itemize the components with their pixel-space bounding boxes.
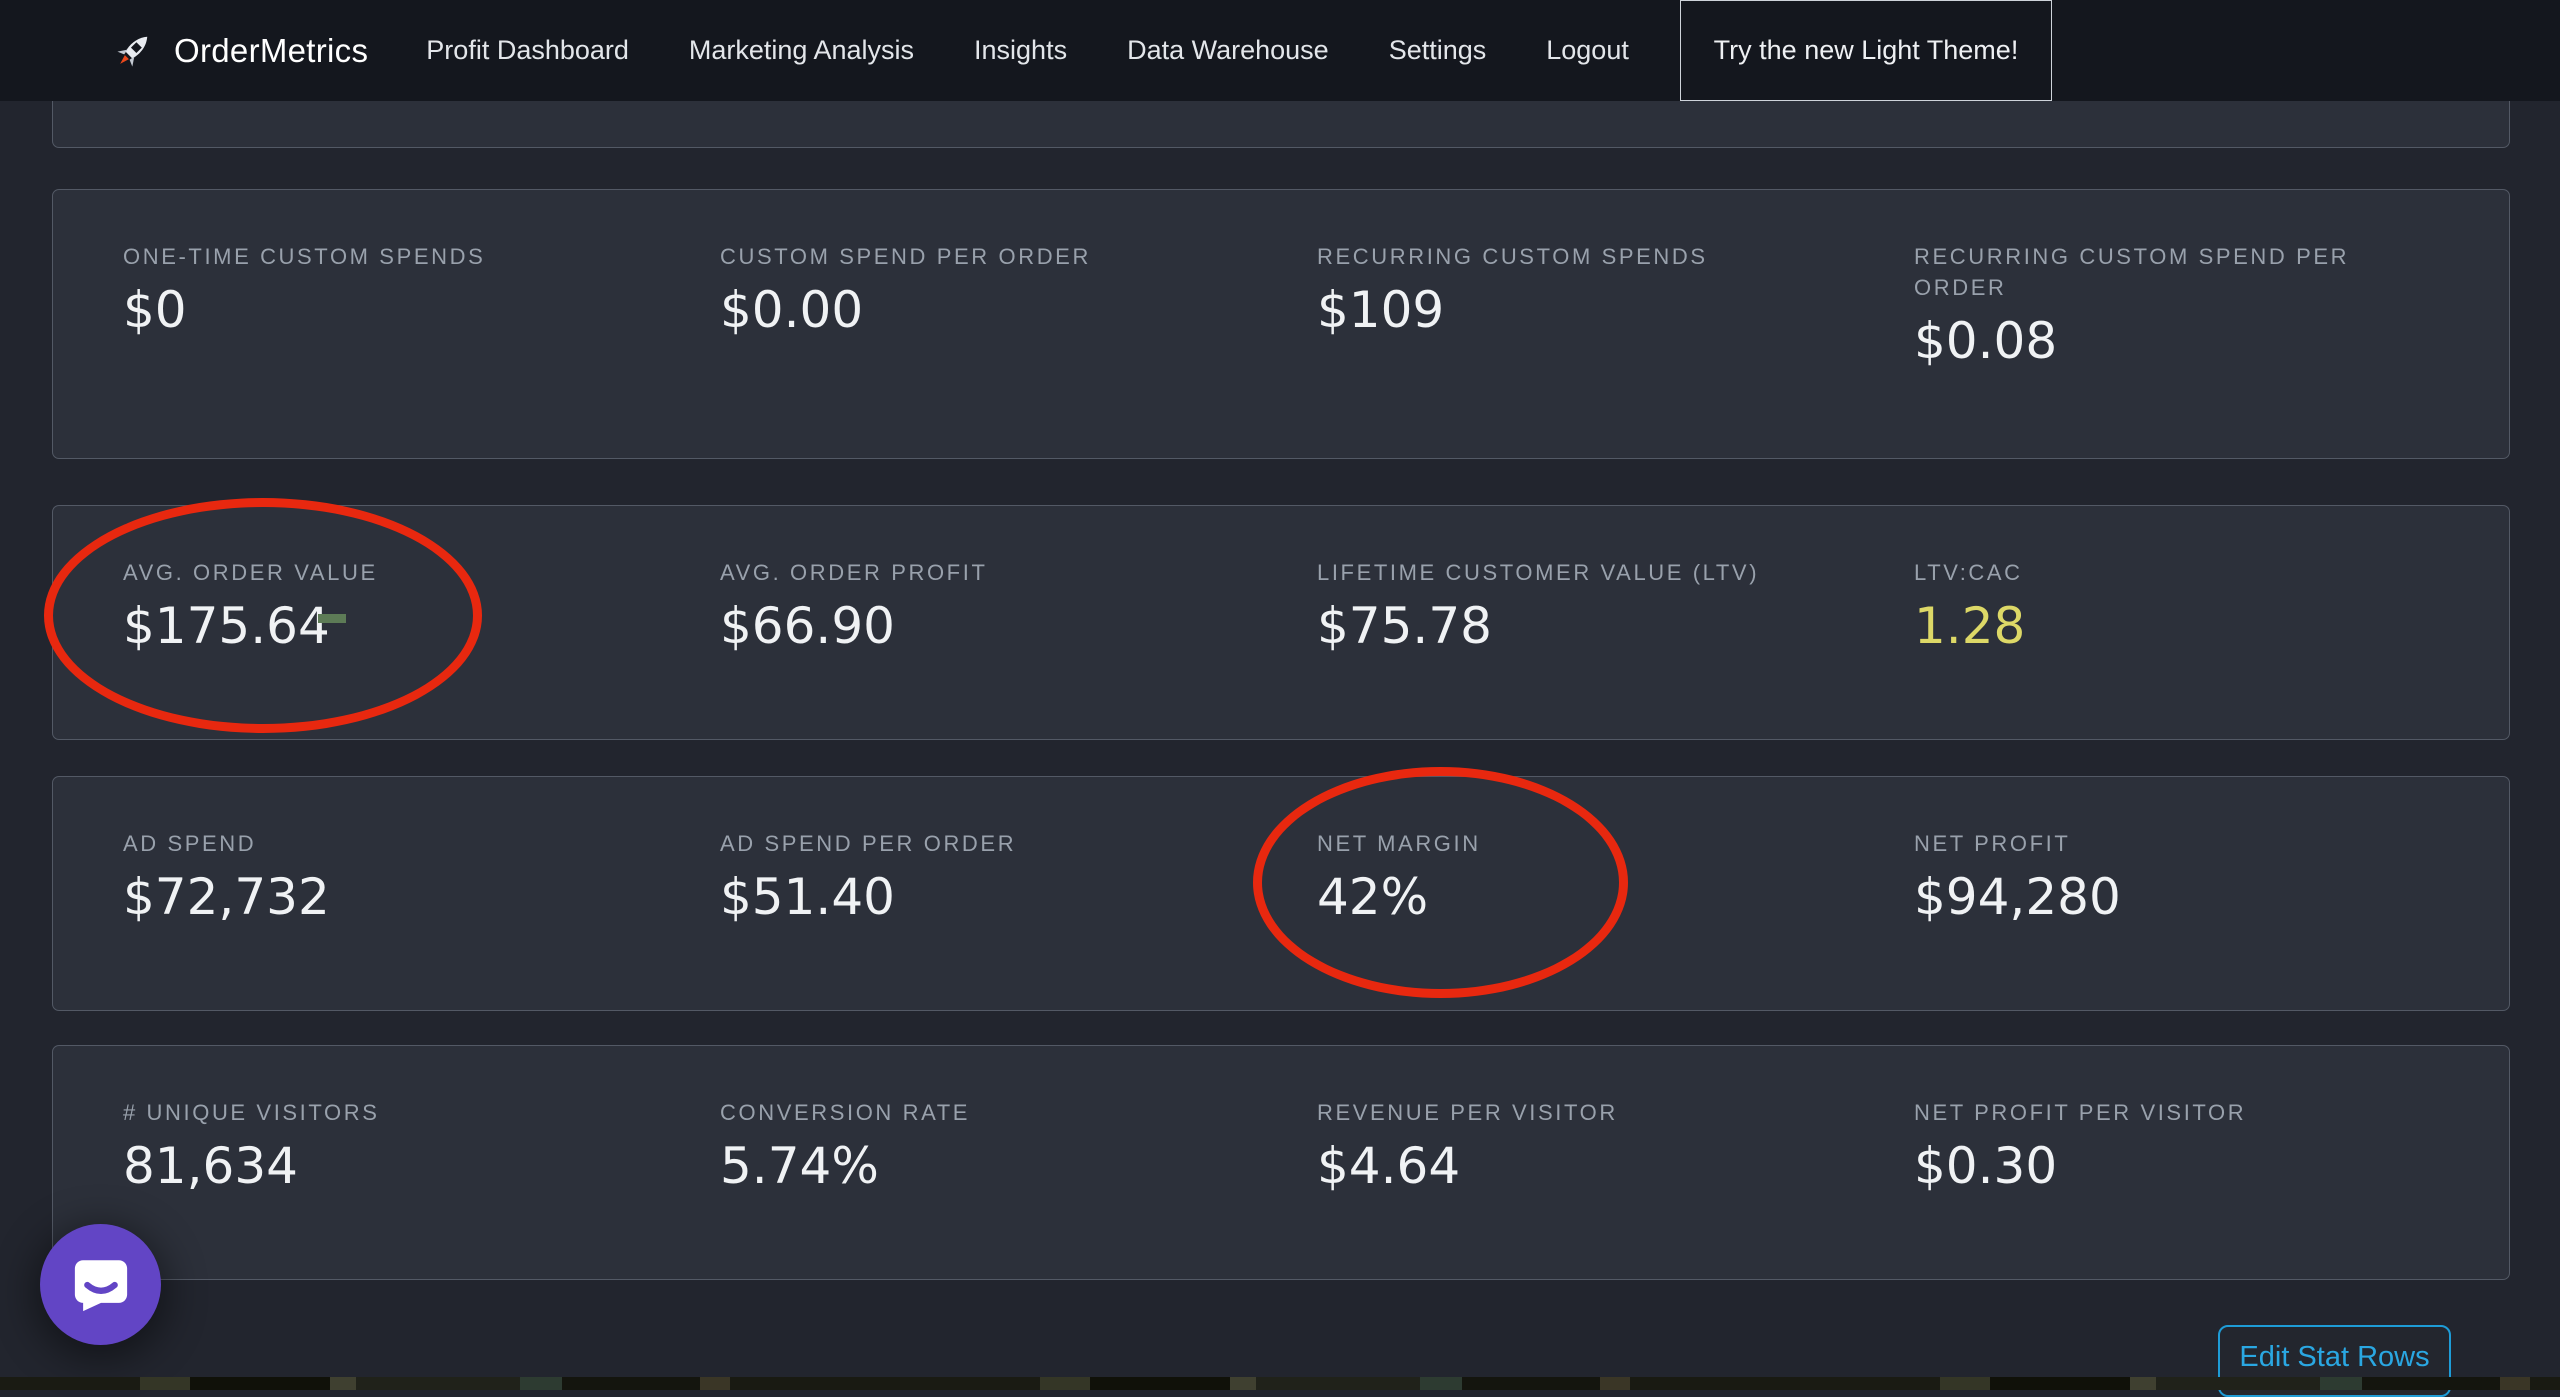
stat-value: 42% <box>1317 868 1874 926</box>
desktop-wallpaper-sliver <box>0 1377 2560 1390</box>
stat-revenue-per-visitor: REVENUE PER VISITOR $4.64 <box>1317 1098 1914 1279</box>
stat-label: AVG. ORDER PROFIT <box>720 558 1240 589</box>
stat-conversion-rate: CONVERSION RATE 5.74% <box>720 1098 1317 1279</box>
stat-value: $109 <box>1317 281 1874 339</box>
stat-label: REVENUE PER VISITOR <box>1317 1098 1837 1129</box>
stat-net-margin: NET MARGIN 42% <box>1317 829 1914 1010</box>
stat-value: $0 <box>123 281 680 339</box>
light-theme-button[interactable]: Try the new Light Theme! <box>1680 0 2052 101</box>
stat-net-profit: NET PROFIT $94,280 <box>1914 829 2511 1010</box>
stat-value: $72,732 <box>123 868 680 926</box>
rocket-logo-icon <box>110 28 156 74</box>
stat-card-row-4: # UNIQUE VISITORS 81,634 CONVERSION RATE 5.… <box>52 1045 2510 1280</box>
stat-value: $66.90 <box>720 597 1277 655</box>
stat-value: $4.64 <box>1317 1137 1874 1195</box>
nav-item-logout[interactable]: Logout <box>1516 35 1659 66</box>
nav-items: Profit DashboardMarketing AnalysisInsigh… <box>396 35 1659 66</box>
stat-label: NET PROFIT PER VISITOR <box>1914 1098 2434 1129</box>
stat-one-time-custom-spends: ONE-TIME CUSTOM SPENDS $0 <box>123 242 720 458</box>
stat-label: ONE-TIME CUSTOM SPENDS <box>123 242 643 273</box>
stat-label: AVG. ORDER VALUE <box>123 558 643 589</box>
stat-value: 81,634 <box>123 1137 680 1195</box>
stat-value: $0.30 <box>1914 1137 2471 1195</box>
green-dash-marker <box>318 614 346 623</box>
stat-ltv-cac: LTV:CAC 1.28 <box>1914 558 2511 739</box>
stat-recurring-custom-spends: RECURRING CUSTOM SPENDS $109 <box>1317 242 1914 458</box>
chat-launcher-button[interactable] <box>40 1224 161 1345</box>
stat-card-row-3: AD SPEND $72,732 AD SPEND PER ORDER $51.40 N… <box>52 776 2510 1011</box>
brand-name: OrderMetrics <box>174 32 368 70</box>
stat-custom-spend-per-order: CUSTOM SPEND PER ORDER $0.00 <box>720 242 1317 458</box>
stat-label: AD SPEND <box>123 829 643 860</box>
stat-value: 5.74% <box>720 1137 1277 1195</box>
stat-label: LIFETIME CUSTOMER VALUE (LTV) <box>1317 558 1837 589</box>
stat-avg-order-profit: AVG. ORDER PROFIT $66.90 <box>720 558 1317 739</box>
stat-label: # UNIQUE VISITORS <box>123 1098 643 1129</box>
stat-value: $94,280 <box>1914 868 2471 926</box>
stat-ad-spend-per-order: AD SPEND PER ORDER $51.40 <box>720 829 1317 1010</box>
nav-item-data-warehouse[interactable]: Data Warehouse <box>1097 35 1359 66</box>
stat-recurring-custom-spend-per-order: RECURRING CUSTOM SPEND PER ORDER $0.08 <box>1914 242 2511 458</box>
chat-bubble-icon <box>68 1252 134 1318</box>
stat-label: NET PROFIT <box>1914 829 2434 860</box>
stat-value: $0.00 <box>720 281 1277 339</box>
stat-label: RECURRING CUSTOM SPEND PER ORDER <box>1914 242 2434 304</box>
stat-unique-visitors: # UNIQUE VISITORS 81,634 <box>123 1098 720 1279</box>
stat-lifetime-customer-value-ltv: LIFETIME CUSTOMER VALUE (LTV) $75.78 <box>1317 558 1914 739</box>
top-nav-bar: OrderMetrics Profit DashboardMarketing A… <box>0 0 2560 101</box>
stat-ad-spend: AD SPEND $72,732 <box>123 829 720 1010</box>
stat-label: NET MARGIN <box>1317 829 1837 860</box>
stat-avg-order-value: AVG. ORDER VALUE $175.64 <box>123 558 720 739</box>
stat-value: $75.78 <box>1317 597 1874 655</box>
stat-label: LTV:CAC <box>1914 558 2434 589</box>
nav-item-marketing-analysis[interactable]: Marketing Analysis <box>659 35 944 66</box>
stat-label: RECURRING CUSTOM SPENDS <box>1317 242 1837 273</box>
nav-item-settings[interactable]: Settings <box>1359 35 1517 66</box>
stat-value: $175.64 <box>123 597 680 655</box>
stat-card-row-1: ONE-TIME CUSTOM SPENDS $0 CUSTOM SPEND PER… <box>52 189 2510 459</box>
stat-card-row-2: AVG. ORDER VALUE $175.64 AVG. ORDER PROFIT… <box>52 505 2510 740</box>
stat-net-profit-per-visitor: NET PROFIT PER VISITOR $0.30 <box>1914 1098 2511 1279</box>
brand[interactable]: OrderMetrics <box>110 28 368 74</box>
stat-value: $51.40 <box>720 868 1277 926</box>
nav-item-insights[interactable]: Insights <box>944 35 1097 66</box>
stat-value: 1.28 <box>1914 597 2471 655</box>
stat-label: AD SPEND PER ORDER <box>720 829 1240 860</box>
stat-label: CONVERSION RATE <box>720 1098 1240 1129</box>
nav-item-profit-dashboard[interactable]: Profit Dashboard <box>396 35 659 66</box>
stat-label: CUSTOM SPEND PER ORDER <box>720 242 1240 273</box>
stat-value: $0.08 <box>1914 312 2471 370</box>
